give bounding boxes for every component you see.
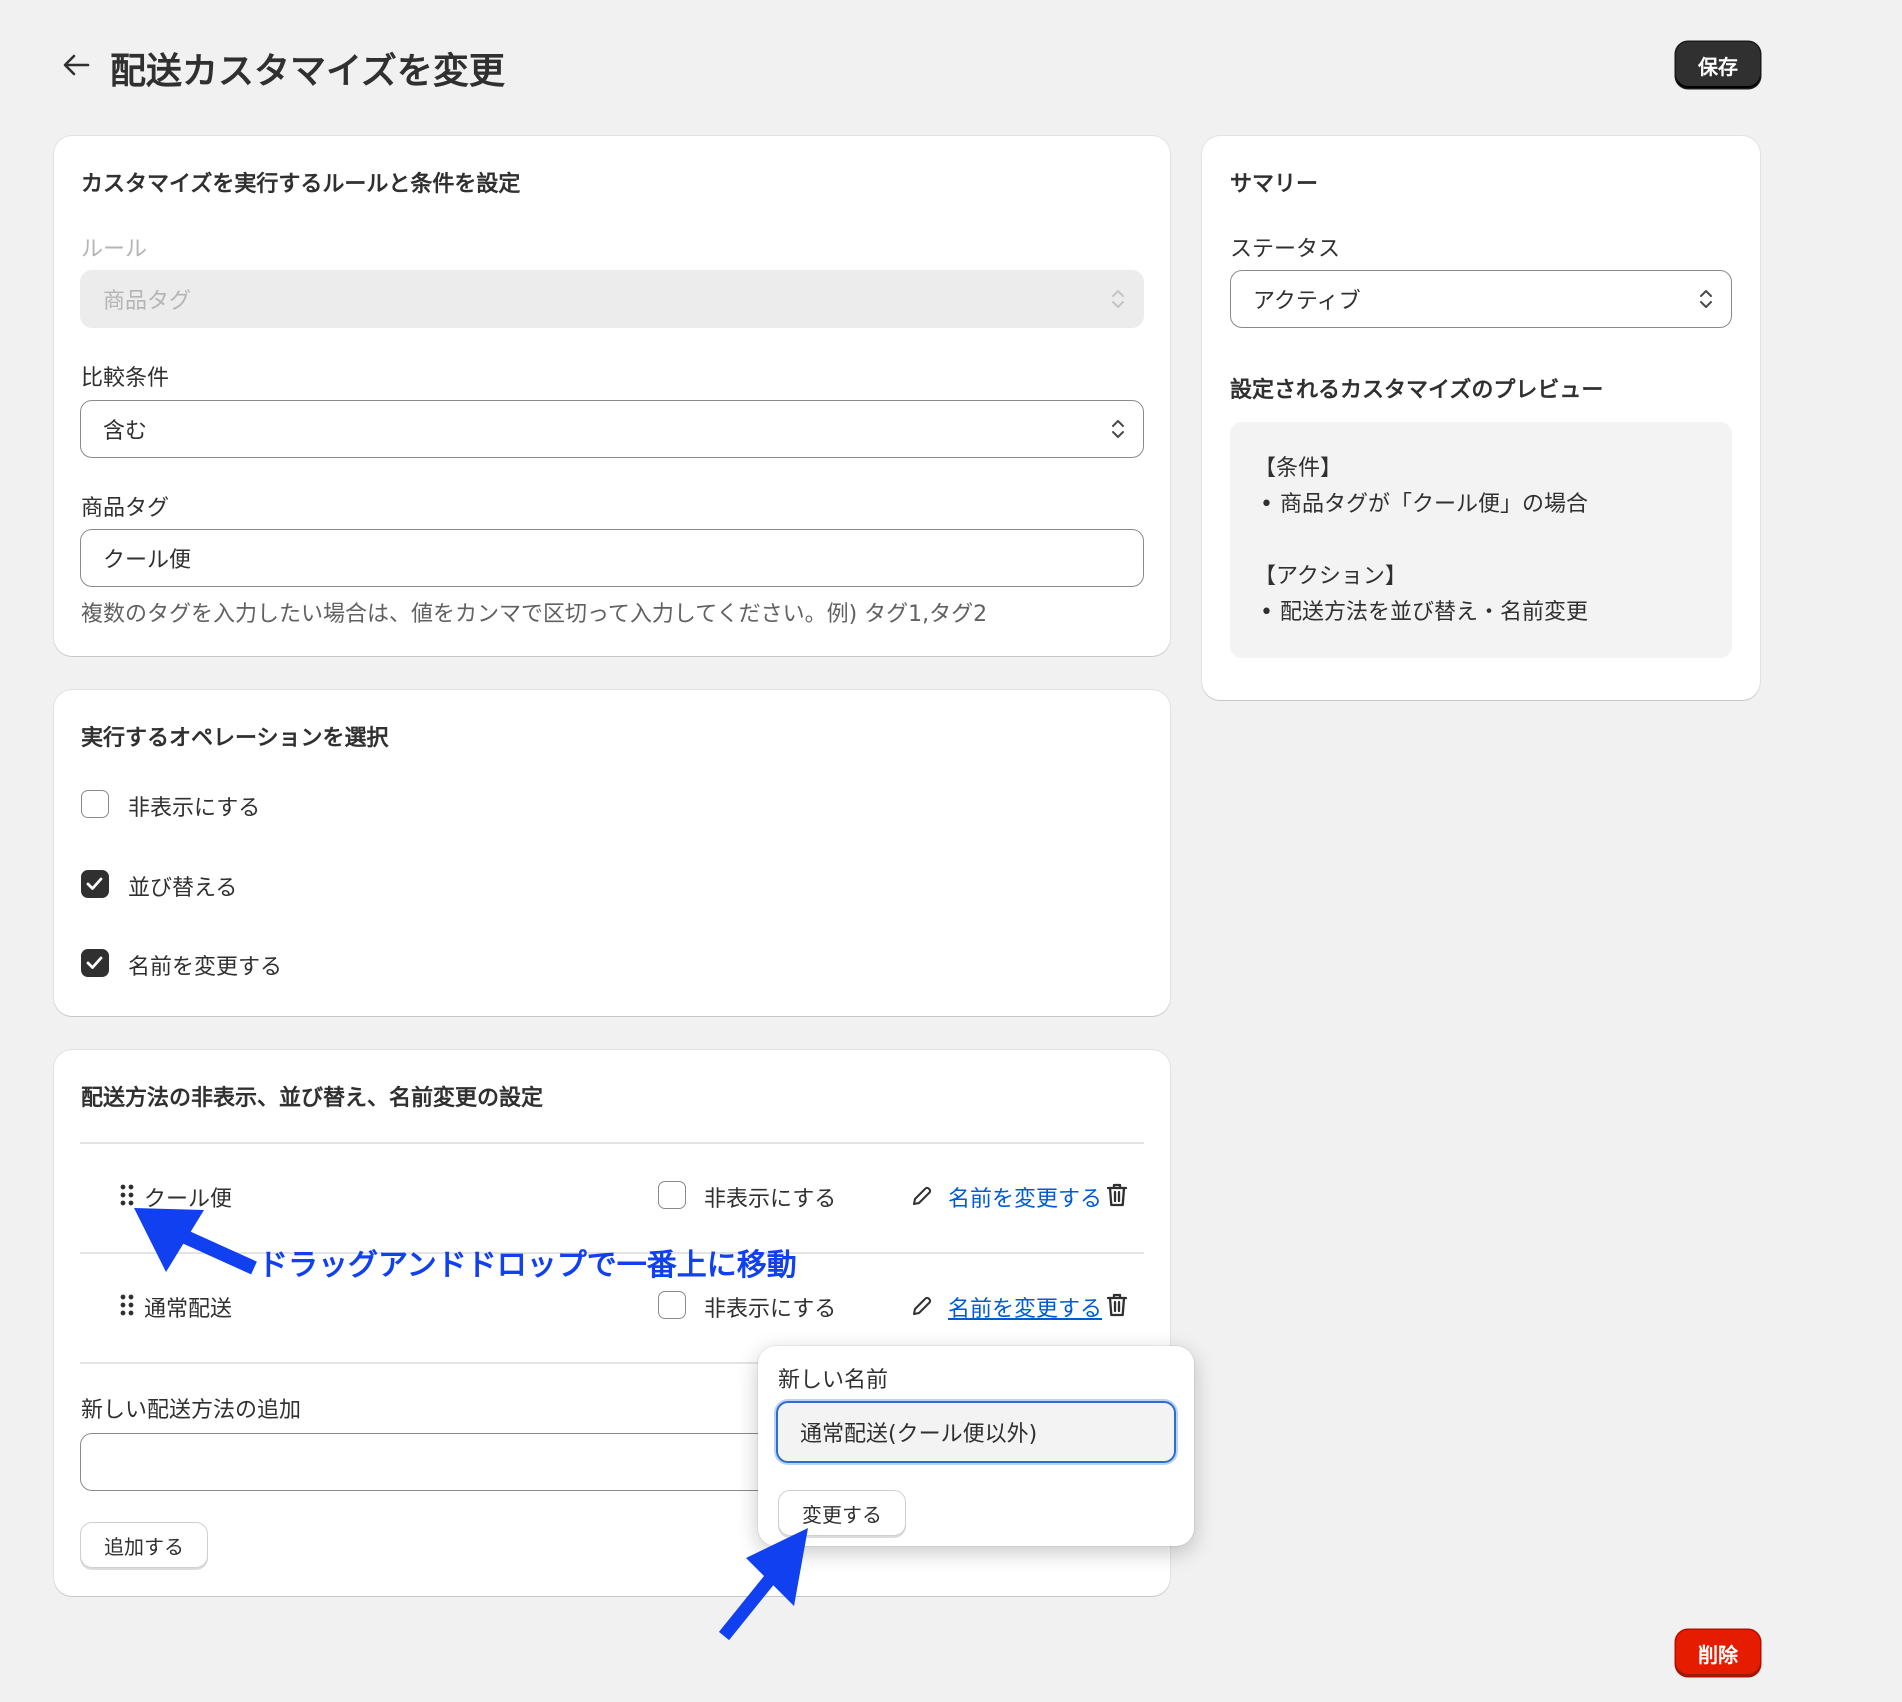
rename-method-link[interactable]: 名前を変更する — [948, 1291, 1102, 1323]
product-tag-input[interactable]: クール便 — [80, 529, 1144, 587]
save-button[interactable]: 保存 — [1676, 42, 1760, 88]
status-select[interactable]: アクティブ — [1230, 270, 1732, 328]
rename-operation-label: 名前を変更する — [128, 955, 283, 980]
rule-label: ルール — [81, 237, 148, 262]
annotation-text: ドラッグアンドドロップで一番上に移動 — [258, 1248, 797, 1283]
annotation-arrow-icon — [120, 1200, 260, 1290]
add-shipping-method-label: 新しい配送方法の追加 — [81, 1398, 302, 1423]
product-tag-input-value: クール便 — [103, 548, 192, 573]
shipping-methods-card-title: 配送方法の非表示、並び替え、名前変更の設定 — [81, 1086, 544, 1111]
product-tag-label: 商品タグ — [81, 496, 170, 521]
checkmark-icon — [86, 956, 103, 969]
operations-card-title: 実行するオペレーションを選択 — [81, 726, 389, 751]
back-arrow-icon[interactable] — [62, 52, 90, 78]
actions-heading: 【アクション】 — [1254, 564, 1407, 589]
hide-operation-label: 非表示にする — [128, 796, 261, 821]
shipping-method-name: 通常配送 — [144, 1297, 233, 1322]
rule-select-value: 商品タグ — [103, 289, 192, 314]
comparison-select-value: 含む — [103, 419, 148, 444]
hide-method-checkbox[interactable] — [658, 1181, 686, 1209]
conditions-heading: 【条件】 — [1254, 456, 1343, 481]
status-label: ステータス — [1230, 237, 1341, 262]
pencil-icon[interactable] — [910, 1294, 934, 1318]
hide-method-checkbox[interactable] — [658, 1291, 686, 1319]
delete-button[interactable]: 削除 — [1676, 1630, 1760, 1676]
checkmark-icon — [86, 877, 103, 890]
pencil-icon[interactable] — [910, 1184, 934, 1208]
preview-box: 【条件】 • 商品タグが「クール便」の場合 【アクション】 • 配送方法を並び替… — [1230, 422, 1732, 658]
hide-operation-checkbox[interactable] — [81, 790, 109, 818]
drag-handle-icon[interactable] — [120, 1294, 134, 1316]
rename-operation-checkbox[interactable] — [81, 949, 109, 977]
rename-popover: 新しい名前 通常配送(クール便以外) 変更する — [758, 1346, 1194, 1546]
summary-card-title: サマリー — [1230, 172, 1319, 197]
trash-icon[interactable] — [1106, 1292, 1128, 1318]
comparison-select[interactable]: 含む — [80, 400, 1144, 458]
comparison-label: 比較条件 — [81, 366, 170, 391]
trash-icon[interactable] — [1106, 1182, 1128, 1208]
conditions-item: • 商品タグが「クール便」の場合 — [1260, 492, 1588, 517]
add-shipping-method-button[interactable]: 追加する — [80, 1522, 208, 1568]
rename-method-link[interactable]: 名前を変更する — [948, 1181, 1102, 1213]
reorder-operation-label: 並び替える — [128, 876, 238, 901]
rules-card: カスタマイズを実行するルールと条件を設定 ルール 商品タグ 比較条件 含む 商品… — [54, 136, 1170, 656]
annotation-arrow-icon — [716, 1524, 816, 1644]
hide-method-label: 非表示にする — [704, 1297, 837, 1322]
new-name-input-value: 通常配送(クール便以外) — [800, 1422, 1038, 1447]
rule-select: 商品タグ — [80, 270, 1144, 328]
product-tag-help-text: 複数のタグを入力したい場合は、値をカンマで区切って入力してください。例) タグ1… — [81, 602, 988, 627]
select-chevron-icon — [1699, 288, 1713, 310]
select-chevron-icon — [1111, 418, 1125, 440]
page-title: 配送カスタマイズを変更 — [110, 51, 505, 92]
status-select-value: アクティブ — [1253, 289, 1361, 314]
select-chevron-icon — [1111, 288, 1125, 310]
operations-card: 実行するオペレーションを選択 非表示にする 並び替える 名前を変更する — [54, 690, 1170, 1016]
reorder-operation-checkbox[interactable] — [81, 870, 109, 898]
hide-method-label: 非表示にする — [704, 1187, 837, 1212]
actions-item: • 配送方法を並び替え・名前変更 — [1260, 600, 1588, 625]
rules-card-title: カスタマイズを実行するルールと条件を設定 — [81, 172, 521, 197]
new-name-input[interactable]: 通常配送(クール便以外) — [776, 1401, 1176, 1463]
preview-label: 設定されるカスタマイズのプレビュー — [1230, 378, 1604, 403]
summary-card: サマリー ステータス アクティブ 設定されるカスタマイズのプレビュー 【条件】 … — [1202, 136, 1760, 700]
new-name-label: 新しい名前 — [778, 1368, 889, 1393]
